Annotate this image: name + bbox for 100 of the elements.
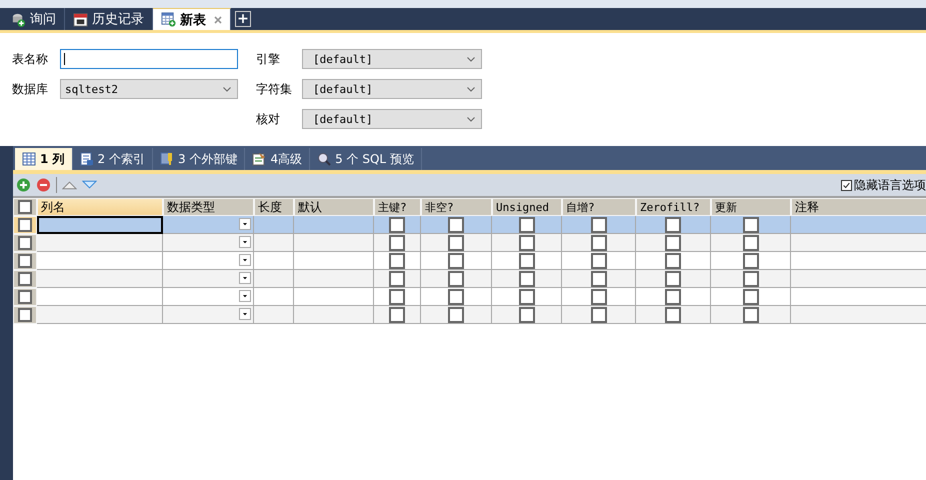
checkbox[interactable] [742,288,758,304]
column-header[interactable]: 自增? [562,198,636,216]
table-cell[interactable] [492,270,562,288]
checkbox[interactable] [665,252,681,268]
table-cell[interactable] [294,288,374,306]
checkbox[interactable] [590,288,606,304]
table-cell[interactable] [421,306,492,324]
checkbox[interactable] [742,252,758,268]
checkbox[interactable] [389,306,405,322]
column-header[interactable]: 默认 [294,198,374,216]
checkbox[interactable] [389,252,405,268]
table-cell[interactable] [421,216,492,234]
table-cell[interactable] [562,216,636,234]
row-checkbox[interactable] [13,306,37,324]
checkbox[interactable] [665,270,681,286]
table-cell[interactable] [636,306,711,324]
table-cell[interactable] [374,216,421,234]
checkbox[interactable] [389,234,405,250]
table-cell[interactable] [492,216,562,234]
checkbox[interactable] [518,234,534,250]
checkbox[interactable] [518,288,534,304]
table-cell[interactable] [37,288,163,306]
table-cell[interactable] [294,306,374,324]
checkbox[interactable] [448,306,464,322]
column-header[interactable]: Unsigned [492,198,562,216]
table-cell[interactable] [421,234,492,252]
remove-icon[interactable] [36,178,51,192]
checkbox[interactable] [590,252,606,268]
table-cell[interactable] [294,270,374,288]
table-cell[interactable] [492,252,562,270]
checkbox[interactable] [448,252,464,268]
checkbox[interactable] [448,234,464,250]
table-cell[interactable] [711,288,791,306]
checkbox[interactable] [448,270,464,286]
table-cell[interactable] [163,270,254,288]
checkbox[interactable] [448,288,464,304]
close-icon[interactable] [214,16,222,24]
checkbox[interactable] [590,306,606,322]
table-cell[interactable] [562,288,636,306]
column-header[interactable]: 主键? [374,198,421,216]
table-cell[interactable] [163,252,254,270]
select-all-checkbox[interactable] [13,198,37,216]
column-header[interactable]: 更新 [711,198,791,216]
row-checkbox[interactable] [13,252,37,270]
checkbox[interactable] [665,306,681,322]
table-cell[interactable] [163,234,254,252]
checkbox[interactable] [590,270,606,286]
checkbox[interactable] [448,216,464,232]
checkbox-label[interactable]: 隐藏语言选项 [854,176,926,194]
table-cell[interactable] [163,288,254,306]
table-cell[interactable] [492,234,562,252]
table-cell[interactable] [254,306,294,324]
hide-language-checkbox[interactable] [841,180,852,190]
row-checkbox[interactable] [13,288,37,306]
database-dropdown[interactable]: sqltest2 [60,79,238,99]
checkbox[interactable] [665,216,681,232]
table-cell[interactable] [711,234,791,252]
table-cell[interactable] [254,270,294,288]
new-tab-button[interactable]: + [235,11,251,27]
table-cell[interactable] [636,252,711,270]
checkbox[interactable] [665,234,681,250]
table-cell[interactable] [294,234,374,252]
table-cell[interactable] [711,270,791,288]
table-cell[interactable] [374,252,421,270]
column-header[interactable]: 注释 [791,198,926,216]
checkbox[interactable] [742,234,758,250]
table-name-field[interactable] [60,49,238,69]
table-cell[interactable] [492,288,562,306]
tab[interactable]: 新表 [153,8,231,30]
table-cell[interactable] [294,252,374,270]
table-cell[interactable] [421,252,492,270]
checkbox[interactable] [665,288,681,304]
option-dropdown[interactable]: [default] [302,79,482,99]
column-header[interactable]: 长度 [254,198,294,216]
table-cell[interactable] [37,306,163,324]
option-dropdown[interactable]: [default] [302,109,482,129]
table-cell[interactable] [421,288,492,306]
table-cell[interactable] [37,270,163,288]
checkbox[interactable] [518,306,534,322]
checkbox[interactable] [590,216,606,232]
checkbox[interactable] [742,216,758,232]
table-cell[interactable] [711,252,791,270]
checkbox[interactable] [590,234,606,250]
table-cell[interactable] [421,270,492,288]
row-checkbox[interactable] [13,216,37,234]
table-cell[interactable] [636,270,711,288]
table-cell[interactable] [711,216,791,234]
checkbox[interactable] [389,270,405,286]
table-cell[interactable] [492,306,562,324]
table-cell[interactable] [37,216,163,234]
column-header[interactable]: 非空? [421,198,492,216]
checkbox[interactable] [389,216,405,232]
add-icon[interactable] [16,178,31,192]
table-cell[interactable] [254,216,294,234]
checkbox[interactable] [518,270,534,286]
checkbox[interactable] [518,252,534,268]
row-checkbox[interactable] [13,270,37,288]
table-cell[interactable] [562,270,636,288]
table-cell[interactable] [374,234,421,252]
table-cell[interactable] [636,216,711,234]
